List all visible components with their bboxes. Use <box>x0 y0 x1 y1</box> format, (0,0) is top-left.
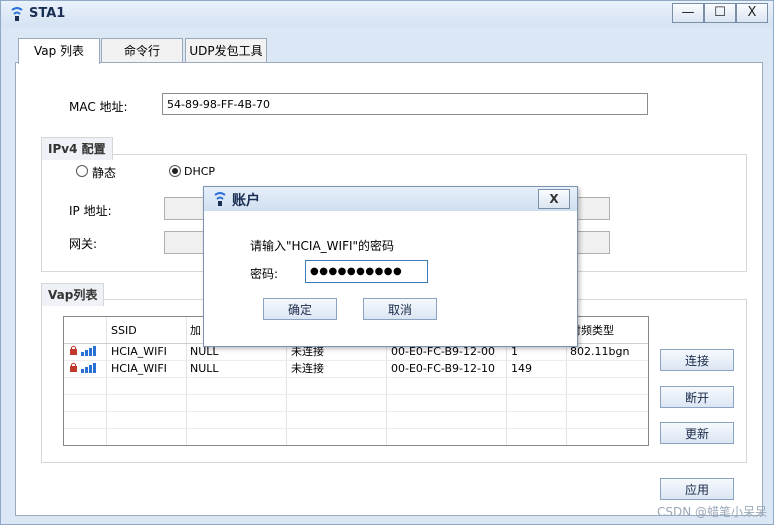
sta1-window: STA1 — ☐ X Vap 列表 命令行 UDP发包工具 MAC 地址: 54… <box>0 0 774 525</box>
minimize-button[interactable]: — <box>672 3 704 23</box>
dialog-title-bar: 账户 X <box>204 187 577 211</box>
watermark: CSDN @蜡笔小呆呆 <box>656 505 767 519</box>
tab-udp-tool[interactable]: UDP发包工具 <box>185 38 267 63</box>
refresh-button[interactable]: 更新 <box>660 422 734 444</box>
password-prompt: 请输入"HCIA_WIFI"的密码 <box>250 239 395 253</box>
col-ssid: SSID <box>111 324 137 337</box>
static-label: 静态 <box>92 166 117 180</box>
account-dialog: 账户 X 请输入"HCIA_WIFI"的密码 密码: ●●●●●●●●●● 确定… <box>203 186 578 347</box>
window-title: STA1 <box>29 6 66 21</box>
dhcp-radio[interactable] <box>169 165 181 177</box>
ipv4-group-title: IPv4 配置 <box>41 137 113 160</box>
row2-bssid: 00-E0-FC-B9-12-10 <box>391 362 495 375</box>
dialog-body: 请输入"HCIA_WIFI"的密码 密码: ●●●●●●●●●● 确定 取消 <box>204 211 577 346</box>
disconnect-button[interactable]: 断开 <box>660 386 734 408</box>
app-logo-icon <box>214 192 226 206</box>
password-input[interactable]: ●●●●●●●●●● <box>305 260 428 283</box>
col-encryption: 加 <box>190 324 201 337</box>
tab-vap-list[interactable]: Vap 列表 <box>18 38 100 64</box>
mac-label: MAC 地址: <box>69 100 128 114</box>
row1-ssid: HCIA_WIFI <box>111 345 167 358</box>
title-bar: STA1 — ☐ X <box>1 1 773 27</box>
row2-encryption: NULL <box>190 362 219 375</box>
lock-signal-icon <box>70 362 96 373</box>
lock-signal-icon <box>70 345 96 356</box>
dialog-close-button[interactable]: X <box>538 189 570 209</box>
ok-button[interactable]: 确定 <box>263 298 337 320</box>
app-logo-icon <box>11 7 23 21</box>
static-radio[interactable] <box>76 165 88 177</box>
apply-button[interactable]: 应用 <box>660 478 734 500</box>
tab-command-line[interactable]: 命令行 <box>101 38 183 63</box>
row1-radio: 802.11bgn <box>570 345 630 358</box>
vap-group-title: Vap列表 <box>41 283 105 306</box>
password-label: 密码: <box>250 267 279 281</box>
mac-field[interactable]: 54-89-98-FF-4B-70 <box>162 93 648 115</box>
ip-label: IP 地址: <box>69 204 112 218</box>
row2-status: 未连接 <box>291 362 324 375</box>
dhcp-label: DHCP <box>184 165 216 178</box>
dialog-title: 账户 <box>232 193 260 209</box>
row2-ssid: HCIA_WIFI <box>111 362 167 375</box>
connect-button[interactable]: 连接 <box>660 349 734 371</box>
cancel-button[interactable]: 取消 <box>363 298 437 320</box>
maximize-button[interactable]: ☐ <box>704 3 736 23</box>
gateway-label: 网关: <box>69 237 98 251</box>
row2-channel: 149 <box>511 362 532 375</box>
close-button[interactable]: X <box>736 3 768 23</box>
